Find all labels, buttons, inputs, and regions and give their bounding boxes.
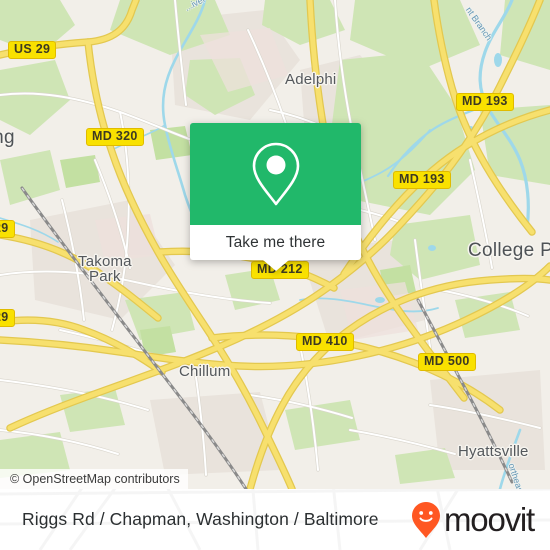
route-shield-md-320[interactable]: MD 320 (86, 128, 144, 146)
moovit-pin-smile-icon (412, 501, 440, 538)
station-popup-card[interactable]: Take me there (190, 123, 361, 271)
route-shield-md-193-west[interactable]: MD 193 (393, 171, 451, 189)
popup-header (190, 123, 361, 225)
popup-pointer (262, 260, 289, 271)
route-shield-29-lower-clipped[interactable]: 29 (0, 309, 15, 327)
station-title: Riggs Rd / Chapman, Washington / Baltimo… (22, 509, 379, 529)
footer-bar: Riggs Rd / Chapman, Washington / Baltimo… (0, 489, 550, 550)
map-canvas[interactable]: Adelphi ring Takoma Park College Pa Chil… (0, 0, 550, 489)
moovit-brand[interactable]: moovit (411, 489, 535, 550)
osm-attribution[interactable]: © OpenStreetMap contributors (0, 469, 188, 489)
route-shield-md-410[interactable]: MD 410 (296, 333, 354, 351)
popup-action-row[interactable]: Take me there (190, 225, 361, 260)
route-shield-29-upper-clipped[interactable]: 29 (0, 220, 15, 238)
route-shield-us-29[interactable]: US 29 (8, 41, 57, 59)
route-shield-md-500[interactable]: MD 500 (418, 353, 476, 371)
moovit-wordmark: moovit (444, 501, 535, 538)
moovit-station-map-screenshot: Adelphi ring Takoma Park College Pa Chil… (0, 0, 550, 550)
map-pin-icon (252, 142, 299, 206)
osm-attribution-text: © OpenStreetMap contributors (10, 472, 180, 486)
take-me-there-label: Take me there (225, 233, 326, 251)
route-shield-md-193-north[interactable]: MD 193 (456, 93, 514, 111)
